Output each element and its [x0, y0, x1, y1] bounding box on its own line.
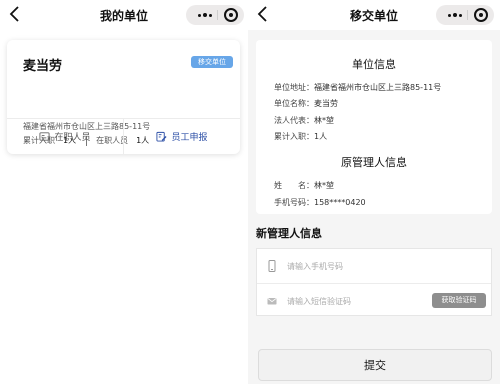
- id-card-icon: [39, 132, 51, 141]
- unit-info-card: 单位信息 单位地址：福建省福州市仓山区上三路85-11号 单位名称：麦当劳 法人…: [256, 40, 492, 214]
- submit-button[interactable]: 提交: [258, 349, 492, 381]
- unit-address-label: 单位地址：: [274, 83, 314, 92]
- get-code-button[interactable]: 获取验证码: [432, 293, 486, 308]
- unit-name-value: 麦当劳: [314, 99, 338, 108]
- old-manager-name-row: 姓 名：林*堃: [274, 180, 334, 191]
- new-manager-title: 新管理人信息: [256, 227, 322, 240]
- mini-program-capsule: [436, 5, 494, 25]
- old-manager-phone-label: 手机号码：: [274, 198, 314, 207]
- legal-rep-value: 林*堃: [314, 116, 334, 125]
- old-manager-phone-value: 158****0420: [314, 198, 366, 207]
- phone-row: [257, 249, 491, 283]
- capsule-divider: [217, 10, 218, 20]
- legal-rep-label: 法人代表：: [274, 116, 314, 125]
- unit-name-row: 单位名称：麦当劳: [274, 98, 338, 109]
- circle-close-icon[interactable]: [474, 8, 488, 22]
- new-manager-form: 获取验证码: [256, 248, 492, 316]
- unit-card[interactable]: 麦当劳 移交单位 福建省福州市仓山区上三路85-11号 累计入职 1人 在职人员…: [7, 40, 240, 154]
- my-unit-screen: 我的单位 麦当劳 移交单位 福建省福州市仓山区上三路85-11号 累计入职 1人…: [0, 0, 248, 384]
- envelope-icon: [267, 295, 277, 307]
- transfer-unit-screen: 移交单位 单位信息 单位地址：福建省福州市仓山区上三路85-11号 单位名称：麦…: [248, 0, 500, 384]
- mini-program-capsule: [186, 5, 244, 25]
- employee-apply-button[interactable]: 员工申报: [124, 119, 240, 154]
- unit-name: 麦当劳: [23, 59, 63, 74]
- sms-code-input[interactable]: [287, 293, 427, 309]
- circle-close-icon[interactable]: [224, 8, 238, 22]
- old-manager-name-value: 林*堃: [314, 181, 334, 190]
- phone-input[interactable]: [287, 258, 427, 274]
- capsule-divider: [467, 10, 468, 20]
- old-manager-title: 原管理人信息: [341, 156, 407, 169]
- cumulative-value: 1人: [314, 132, 328, 141]
- unit-info-title: 单位信息: [352, 58, 396, 71]
- employee-apply-button-label: 员工申报: [171, 133, 208, 143]
- cumulative-row: 累计入职：1人: [274, 131, 327, 142]
- more-dots-icon[interactable]: [194, 5, 216, 25]
- nav-bar: 我的单位: [0, 0, 248, 30]
- cumulative-label: 累计入职：: [274, 132, 314, 141]
- old-manager-name-label: 姓 名：: [274, 181, 314, 190]
- old-manager-phone-row: 手机号码：158****0420: [274, 197, 366, 208]
- unit-address-value: 福建省福州市仓山区上三路85-11号: [314, 83, 442, 92]
- transfer-unit-badge[interactable]: 移交单位: [191, 56, 233, 68]
- unit-address-row: 单位地址：福建省福州市仓山区上三路85-11号: [274, 82, 441, 93]
- sms-code-row: 获取验证码: [257, 283, 491, 317]
- current-staff-button-label: 在职人员: [54, 133, 91, 143]
- unit-name-label: 单位名称：: [274, 99, 314, 108]
- nav-bar: 移交单位: [248, 0, 500, 30]
- current-staff-button[interactable]: 在职人员: [7, 119, 123, 154]
- edit-form-icon: [156, 131, 168, 142]
- more-dots-icon[interactable]: [444, 5, 466, 25]
- legal-rep-row: 法人代表：林*堃: [274, 115, 334, 126]
- mobile-phone-icon: [267, 260, 277, 272]
